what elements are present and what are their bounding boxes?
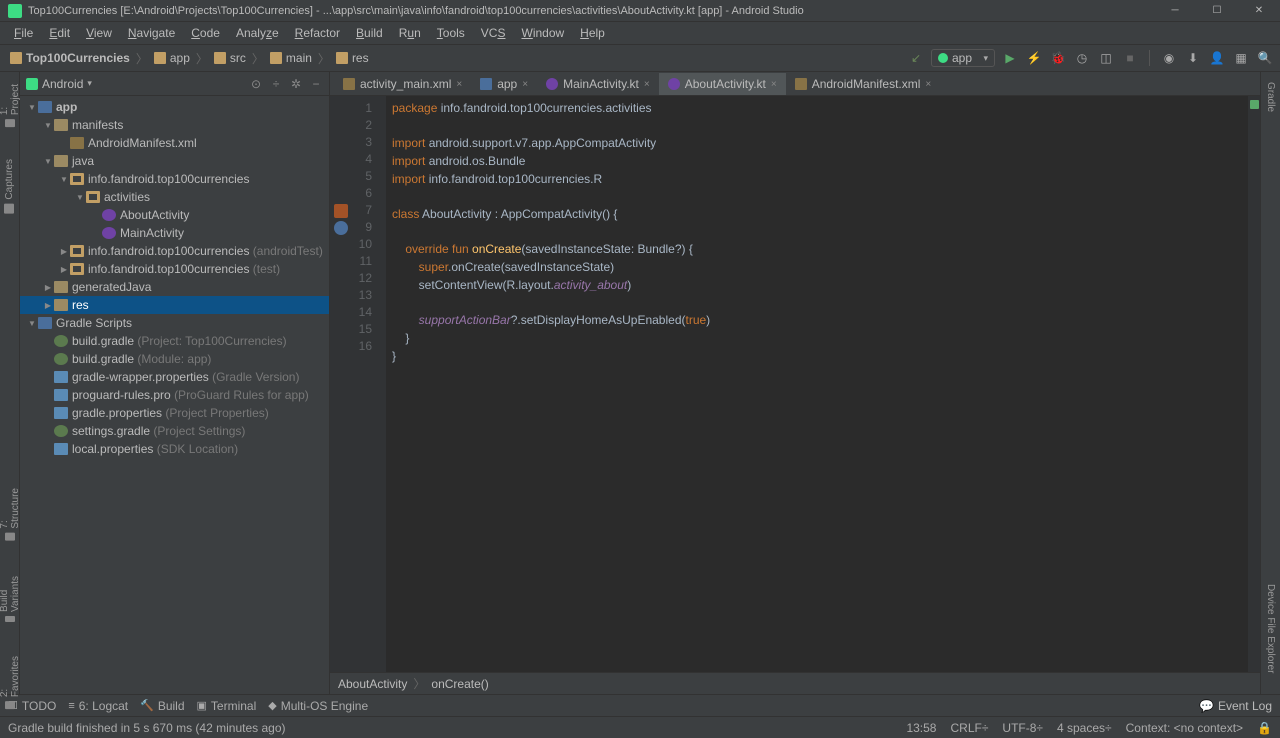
menu-run[interactable]: Run	[393, 24, 427, 42]
resource-manager-button[interactable]: ▦	[1232, 49, 1250, 67]
event-log-button[interactable]: 💬 Event Log	[1199, 699, 1272, 713]
line-separator[interactable]: CRLF÷	[950, 721, 988, 735]
search-everywhere-button[interactable]: 🔍	[1256, 49, 1274, 67]
close-icon[interactable]: ×	[925, 79, 931, 90]
breadcrumb-function[interactable]: onCreate()	[431, 677, 488, 691]
menu-bar: File Edit View Navigate Code Analyze Ref…	[0, 22, 1280, 44]
menu-window[interactable]: Window	[515, 24, 570, 42]
editor-tab-active[interactable]: AboutActivity.kt×	[659, 73, 786, 95]
sync-icon[interactable]: ↙	[907, 49, 925, 67]
status-message: Gradle build finished in 5 s 670 ms (42 …	[8, 721, 285, 735]
close-icon[interactable]: ×	[644, 79, 650, 90]
menu-code[interactable]: Code	[185, 24, 226, 42]
close-button[interactable]: ✕	[1238, 0, 1280, 22]
left-tool-strip: 1: Project Captures 7: Structure Build V…	[0, 72, 20, 694]
menu-refactor[interactable]: Refactor	[289, 24, 346, 42]
title-bar: Top100Currencies [E:\Android\Projects\To…	[0, 0, 1280, 22]
sdk-manager-button[interactable]: ⬇	[1184, 49, 1202, 67]
status-bar: Gradle build finished in 5 s 670 ms (42 …	[0, 716, 1280, 738]
apply-changes-button[interactable]: ⚡	[1025, 49, 1043, 67]
favorites-tool-tab[interactable]: 2: Favorites	[0, 648, 23, 715]
run-button[interactable]: ▶	[1001, 49, 1019, 67]
bottom-tab-logcat[interactable]: ≡ 6: Logcat	[68, 699, 128, 713]
bottom-tab-multios[interactable]: ◆ Multi-OS Engine	[268, 699, 368, 713]
menu-edit[interactable]: Edit	[43, 24, 76, 42]
structure-tool-tab[interactable]: 7: Structure	[0, 480, 23, 547]
bottom-tab-build[interactable]: 🔨 Build	[140, 699, 184, 713]
editor-tab[interactable]: AndroidManifest.xml×	[786, 73, 941, 95]
editor-area: activity_main.xml× app× MainActivity.kt×…	[330, 72, 1260, 694]
project-tool-window: Android ▾ ⊙ ÷ ✲ − ▼app ▼manifests Androi…	[20, 72, 330, 694]
maximize-button[interactable]: ☐	[1196, 0, 1238, 22]
settings-icon[interactable]: ✲	[289, 77, 303, 91]
menu-analyze[interactable]: Analyze	[230, 24, 285, 42]
code-editor[interactable]: package info.fandroid.top100currencies.a…	[386, 96, 1248, 672]
context-info[interactable]: Context: <no context>	[1126, 721, 1243, 735]
build-variants-tool-tab[interactable]: Build Variants	[0, 566, 23, 628]
close-icon[interactable]: ×	[456, 79, 462, 90]
project-tool-tab[interactable]: 1: Project	[0, 76, 23, 133]
menu-build[interactable]: Build	[350, 24, 389, 42]
override-marker-icon[interactable]	[334, 204, 348, 218]
run-configuration[interactable]: app	[931, 49, 995, 67]
debug-button[interactable]: 🐞	[1049, 49, 1067, 67]
android-studio-icon	[8, 4, 22, 18]
android-profiler-button[interactable]: 👤	[1208, 49, 1226, 67]
profile-button[interactable]: ◷	[1073, 49, 1091, 67]
minimize-button[interactable]: ─	[1154, 0, 1196, 22]
hide-button[interactable]: −	[309, 77, 323, 91]
collapse-all-icon[interactable]: ÷	[269, 77, 283, 91]
scroll-from-source-icon[interactable]: ⊙	[249, 77, 263, 91]
breadcrumb-item[interactable]: app	[150, 51, 194, 65]
analysis-ok-icon	[1250, 100, 1259, 109]
bottom-tool-strip: ☑ TODO ≡ 6: Logcat 🔨 Build ▣ Terminal ◆ …	[0, 694, 1280, 716]
navigation-bar: Top100Currencies 〉 app 〉 src 〉 main 〉 re…	[0, 44, 1280, 72]
editor-tabs: activity_main.xml× app× MainActivity.kt×…	[330, 72, 1260, 96]
tree-node-res: ▶res	[20, 296, 329, 314]
breadcrumb-item[interactable]: main	[266, 51, 316, 65]
breadcrumb-class[interactable]: AboutActivity	[338, 677, 407, 691]
android-icon	[26, 78, 38, 90]
device-file-explorer-tab[interactable]: Device File Explorer	[1263, 578, 1278, 679]
indent-info[interactable]: 4 spaces÷	[1057, 721, 1112, 735]
error-stripe[interactable]	[1248, 96, 1260, 672]
right-tool-strip: Gradle Device File Explorer	[1260, 72, 1280, 694]
menu-view[interactable]: View	[80, 24, 118, 42]
menu-help[interactable]: Help	[574, 24, 611, 42]
avd-manager-button[interactable]: ◉	[1160, 49, 1178, 67]
editor-tab[interactable]: app×	[471, 73, 537, 95]
bottom-tab-terminal[interactable]: ▣ Terminal	[197, 699, 257, 713]
lock-icon[interactable]: 🔒	[1257, 721, 1272, 735]
window-title: Top100Currencies [E:\Android\Projects\To…	[28, 5, 804, 17]
editor-tab[interactable]: MainActivity.kt×	[537, 73, 659, 95]
breadcrumb-item[interactable]: src	[210, 51, 250, 65]
editor-tab[interactable]: activity_main.xml×	[334, 73, 471, 95]
file-encoding[interactable]: UTF-8÷	[1002, 721, 1043, 735]
close-icon[interactable]: ×	[522, 79, 528, 90]
captures-tool-tab[interactable]: Captures	[2, 153, 17, 220]
attach-debugger-button[interactable]: ◫	[1097, 49, 1115, 67]
menu-file[interactable]: File	[8, 24, 39, 42]
breadcrumb-item[interactable]: res	[332, 51, 373, 65]
editor-breadcrumb: AboutActivity〉onCreate()	[330, 672, 1260, 694]
close-icon[interactable]: ×	[771, 79, 777, 90]
project-tree[interactable]: ▼app ▼manifests AndroidManifest.xml ▼jav…	[20, 96, 329, 694]
breadcrumb-root[interactable]: Top100Currencies	[6, 51, 134, 65]
caret-position[interactable]: 13:58	[906, 721, 936, 735]
project-view-selector[interactable]: Android	[42, 77, 83, 91]
stop-button[interactable]: ■	[1121, 49, 1139, 67]
menu-navigate[interactable]: Navigate	[122, 24, 181, 42]
line-gutter[interactable]: 123456 7 9 10111213141516	[330, 96, 386, 672]
menu-vcs[interactable]: VCS	[475, 24, 512, 42]
override-marker-icon[interactable]	[334, 221, 348, 235]
menu-tools[interactable]: Tools	[431, 24, 471, 42]
gradle-tool-tab[interactable]: Gradle	[1263, 76, 1278, 118]
